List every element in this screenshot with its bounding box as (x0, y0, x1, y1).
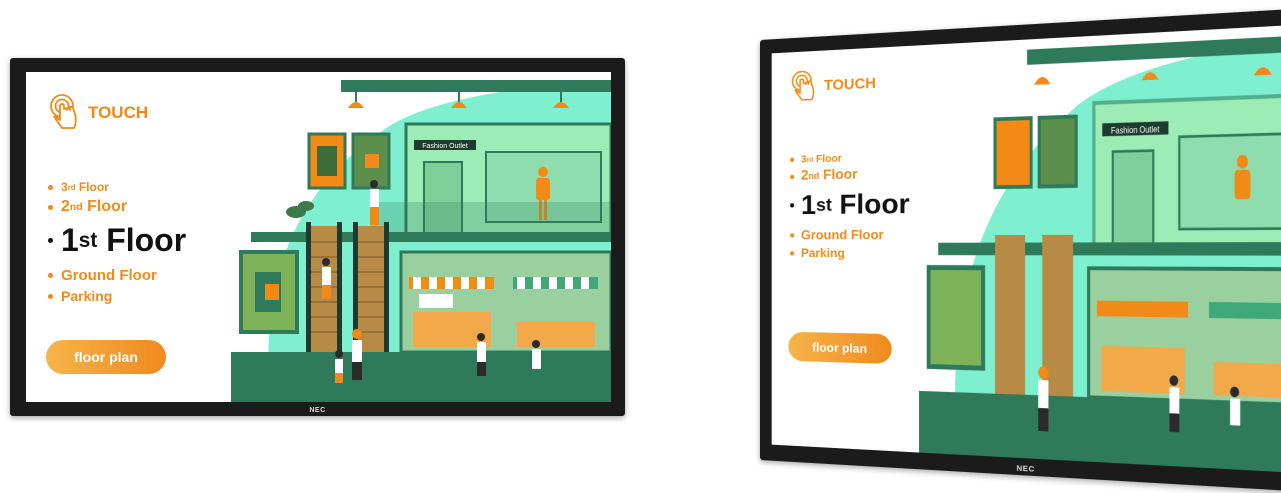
floor-item-1st-selected[interactable]: 1st Floor (48, 222, 186, 259)
floor-label: Ground Floor (800, 227, 884, 243)
touch-hand-icon (50, 94, 77, 129)
bullet-icon (790, 250, 795, 256)
floor-label: Ground Floor (61, 267, 157, 284)
bullet-icon (48, 204, 53, 210)
floor-suffix: st (816, 194, 832, 215)
mall-illustration-angled: Fashion Outlet (919, 34, 1281, 475)
floor-word: Floor (839, 187, 910, 220)
bullet-icon (48, 273, 53, 278)
floor-plan-button[interactable]: floor plan (46, 340, 166, 374)
floor-suffix: rd (806, 155, 814, 163)
floor-word: Floor (78, 180, 109, 194)
floor-suffix: nd (69, 201, 83, 213)
display-angled: TOUCH 3rd Floor 2nd Floor 1st Floor Grou… (760, 6, 1281, 493)
floor-plan-button[interactable]: floor plan (788, 331, 892, 365)
floor-item-2nd[interactable]: 2nd Floor (48, 198, 186, 216)
floor-suffix: nd (808, 171, 820, 182)
bullet-icon (790, 203, 795, 208)
floor-label: Parking (800, 246, 845, 260)
mall-illustration: Fashion Outlet (231, 80, 611, 402)
floor-item-3rd[interactable]: 3rd Floor (790, 150, 910, 165)
brand-logo: NEC (309, 407, 326, 414)
ceiling-beam (341, 80, 611, 92)
floor-suffix: st (78, 228, 98, 252)
floor-item-ground[interactable]: Ground Floor (48, 267, 186, 284)
shop-sign: Fashion Outlet (422, 143, 468, 150)
floor-menu: TOUCH 3rd Floor 2nd Floor 1st Floor Grou… (26, 72, 236, 402)
kiosk-screen: TOUCH 3rd Floor 2nd Floor 1st Floor Grou… (26, 72, 611, 402)
bullet-icon (790, 174, 795, 179)
shop-sign: Fashion Outlet (1111, 123, 1159, 136)
floor-item-parking[interactable]: Parking (790, 246, 910, 260)
touch-header-angled: TOUCH (790, 67, 876, 104)
bullet-icon (790, 233, 795, 238)
ground-floor (231, 352, 611, 402)
bullet-icon (48, 238, 53, 243)
floor-number: 2 (800, 168, 809, 184)
bullet-icon (790, 157, 795, 162)
touch-header: TOUCH (48, 94, 148, 132)
floor-item-2nd[interactable]: 2nd Floor (790, 166, 910, 184)
floor-suffix: rd (67, 182, 76, 192)
floor-item-parking[interactable]: Parking (48, 288, 186, 304)
floor-number: 1 (61, 222, 79, 258)
floor-word: Floor (87, 198, 128, 215)
floor-number: 3 (61, 180, 68, 194)
floor-label: Parking (61, 288, 113, 304)
floor-word: Floor (106, 222, 187, 258)
floor-number: 1 (800, 189, 817, 221)
bullet-icon (48, 184, 53, 190)
floor-list: 3rd Floor 2nd Floor 1st Floor Ground Flo… (48, 180, 186, 308)
floor-number: 2 (61, 198, 70, 215)
floor-word: Floor (823, 167, 858, 183)
display-front: TOUCH 3rd Floor 2nd Floor 1st Floor Grou… (10, 58, 625, 416)
kiosk-screen-angled: TOUCH 3rd Floor 2nd Floor 1st Floor Grou… (771, 23, 1281, 475)
touch-label: TOUCH (88, 103, 149, 122)
floor-word: Floor (816, 152, 842, 165)
touch-hand-icon (790, 70, 819, 104)
floor-list-angled: 3rd Floor 2nd Floor 1st Floor Ground Flo… (790, 150, 910, 263)
touch-label: TOUCH (823, 74, 876, 94)
floor-item-1st-selected[interactable]: 1st Floor (790, 188, 910, 222)
floor-item-ground[interactable]: Ground Floor (790, 227, 910, 243)
floor-item-3rd[interactable]: 3rd Floor (48, 180, 186, 194)
bullet-icon (48, 293, 53, 299)
